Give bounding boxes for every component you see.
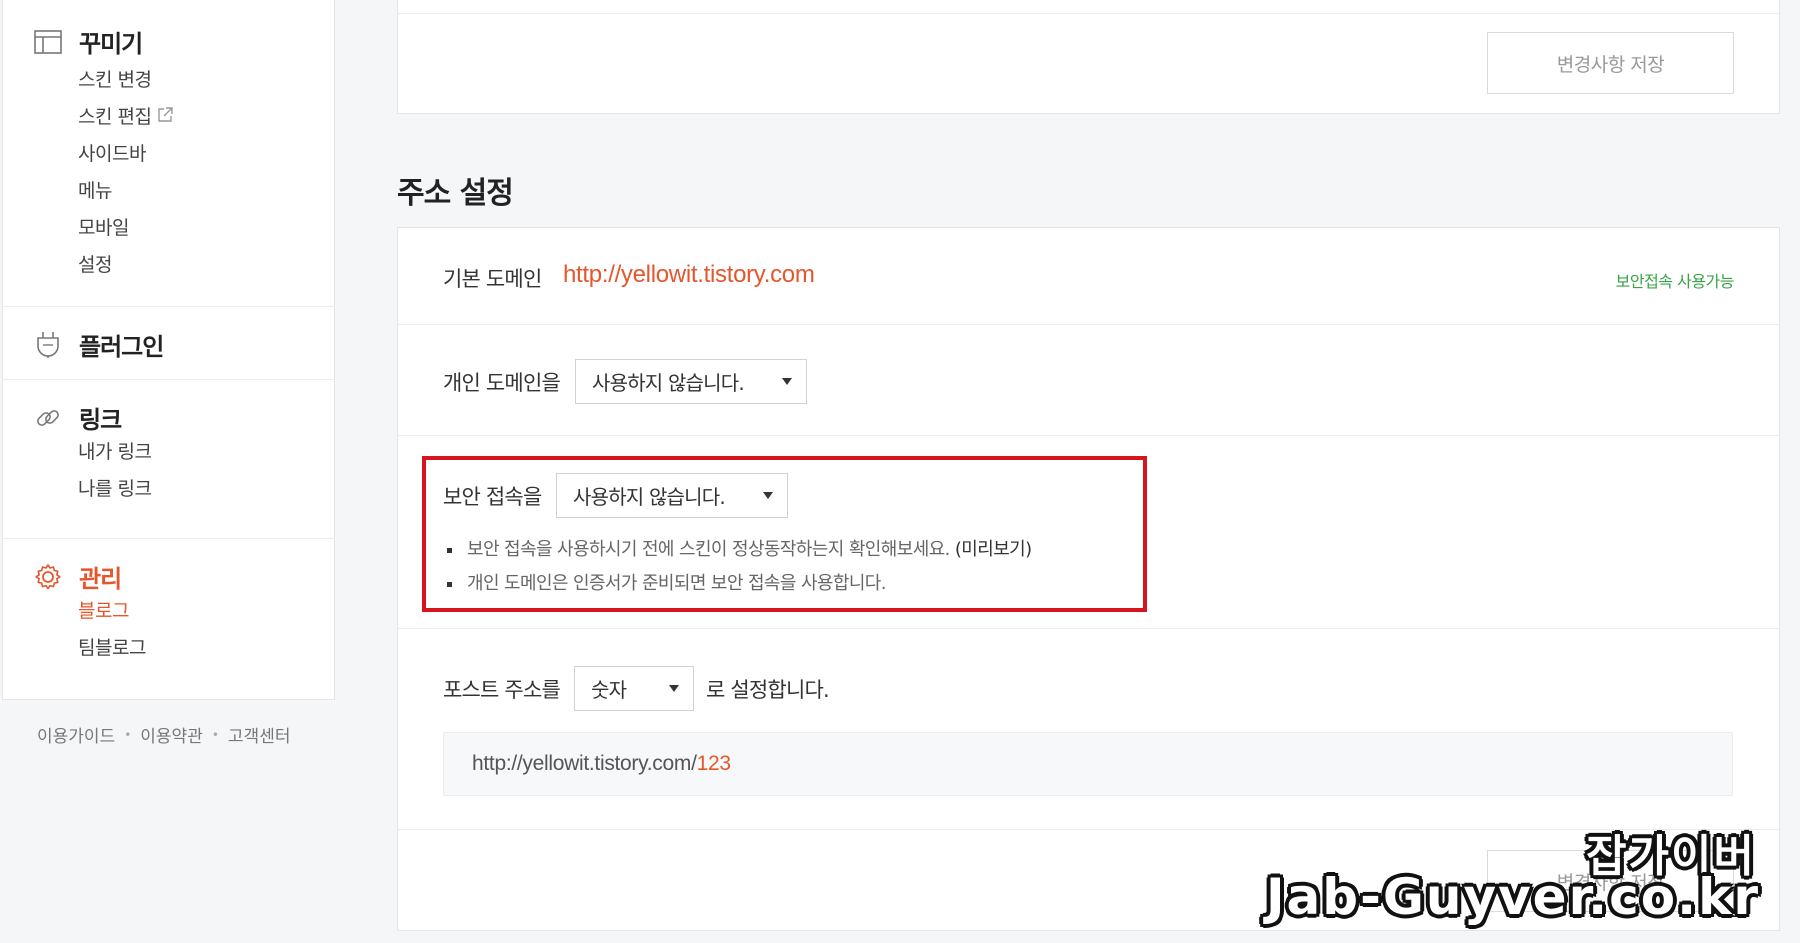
sidebar-item-sidebar[interactable]: 사이드바 <box>78 136 173 173</box>
sidebar-sublist: 스킨 변경 스킨 편집 사이드바 메뉴 모바일 설정 <box>78 62 174 284</box>
sidebar-group-head[interactable]: 플러그인 <box>33 327 164 362</box>
post-address-label: 포스트 주소를 <box>443 678 561 702</box>
post-address-suffix: 로 설정합니다. <box>706 678 830 702</box>
sidebar-sublist: 내가 링크 나를 링크 <box>78 434 152 508</box>
footer-link-terms[interactable]: 이용약관 <box>140 722 203 747</box>
sidebar-item-blog[interactable]: 블로그 <box>78 593 146 630</box>
sidebar-item-links-to-me[interactable]: 나를 링크 <box>78 471 152 508</box>
previous-settings-card: 변경사항 저장 <box>397 0 1780 114</box>
layout-icon <box>33 27 63 57</box>
sidebar-item-skin-change[interactable]: 스킨 변경 <box>78 62 173 99</box>
sidebar-sublist: 블로그 팀블로그 <box>78 593 146 667</box>
url-number: 123 <box>696 752 731 775</box>
sidebar: 꾸미기 스킨 변경 스킨 편집 사이드바 메뉴 모바일 설정 플러그인 링크 내… <box>2 0 335 700</box>
select-value: 사용하지 않습니다. <box>592 371 745 395</box>
watermark-english: Jab-Guyver.co.kr <box>1265 868 1760 926</box>
gear-icon <box>33 562 63 592</box>
sidebar-item-label: 스킨 편집 <box>78 106 152 128</box>
divider <box>398 13 1779 14</box>
sidebar-group-title: 링크 <box>79 406 122 434</box>
separator: • <box>211 727 219 742</box>
sidebar-group-head[interactable]: 꾸미기 <box>33 24 143 59</box>
link-icon <box>33 403 63 433</box>
footer-links: 이용가이드 • 이용약관 • 고객센터 <box>37 722 290 747</box>
sidebar-item-mobile[interactable]: 모바일 <box>78 210 173 247</box>
post-address-select[interactable]: 숫자 <box>574 666 694 711</box>
sidebar-group-plugin: 플러그인 <box>3 307 334 380</box>
sidebar-group-head[interactable]: 관리 <box>33 559 122 594</box>
personal-domain-row: 개인 도메인을 사용하지 않습니다. <box>398 325 1779 436</box>
sidebar-group-head[interactable]: 링크 <box>33 400 122 435</box>
sidebar-group-title: 플러그인 <box>79 333 164 361</box>
sidebar-item-skin-edit[interactable]: 스킨 편집 <box>78 99 174 136</box>
caret-down-icon <box>669 685 679 692</box>
sidebar-group-title: 꾸미기 <box>79 30 143 58</box>
secure-available-badge: 보안접속 사용가능 <box>1615 272 1735 291</box>
personal-domain-select[interactable]: 사용하지 않습니다. <box>575 359 807 404</box>
save-button[interactable]: 변경사항 저장 <box>1487 32 1734 94</box>
default-domain-label: 기본 도메인 <box>443 267 542 291</box>
sidebar-item-menu[interactable]: 메뉴 <box>78 173 173 210</box>
url-base: http://yellowit.tistory.com/ <box>472 752 697 775</box>
sidebar-item-my-links[interactable]: 내가 링크 <box>78 434 152 471</box>
sidebar-group-design: 꾸미기 스킨 변경 스킨 편집 사이드바 메뉴 모바일 설정 <box>3 0 334 307</box>
default-domain-row: 기본 도메인 http://yellowit.tistory.com 보안접속 … <box>398 228 1779 325</box>
sidebar-item-team-blog[interactable]: 팀블로그 <box>78 630 146 667</box>
sidebar-group-link: 링크 내가 링크 나를 링크 <box>3 380 334 539</box>
plugin-icon <box>33 330 63 360</box>
external-link-icon <box>157 99 174 136</box>
sidebar-group-title: 관리 <box>79 565 122 593</box>
highlight-annotation <box>422 456 1147 612</box>
default-domain-link[interactable]: http://yellowit.tistory.com <box>563 261 815 289</box>
footer-link-support[interactable]: 고객센터 <box>228 722 291 747</box>
sidebar-group-manage: 관리 블로그 팀블로그 <box>3 539 334 697</box>
page-title: 주소 설정 <box>397 176 514 211</box>
select-value: 숫자 <box>591 678 627 702</box>
sidebar-item-settings[interactable]: 설정 <box>78 247 173 284</box>
post-url-example: http://yellowit.tistory.com/123 <box>443 732 1733 796</box>
footer-link-guide[interactable]: 이용가이드 <box>37 722 115 747</box>
post-address-row: 포스트 주소를 숫자 로 설정합니다. http://yellowit.tist… <box>398 629 1779 830</box>
personal-domain-label: 개인 도메인을 <box>443 371 561 395</box>
caret-down-icon <box>782 378 792 385</box>
separator: • <box>124 727 132 742</box>
